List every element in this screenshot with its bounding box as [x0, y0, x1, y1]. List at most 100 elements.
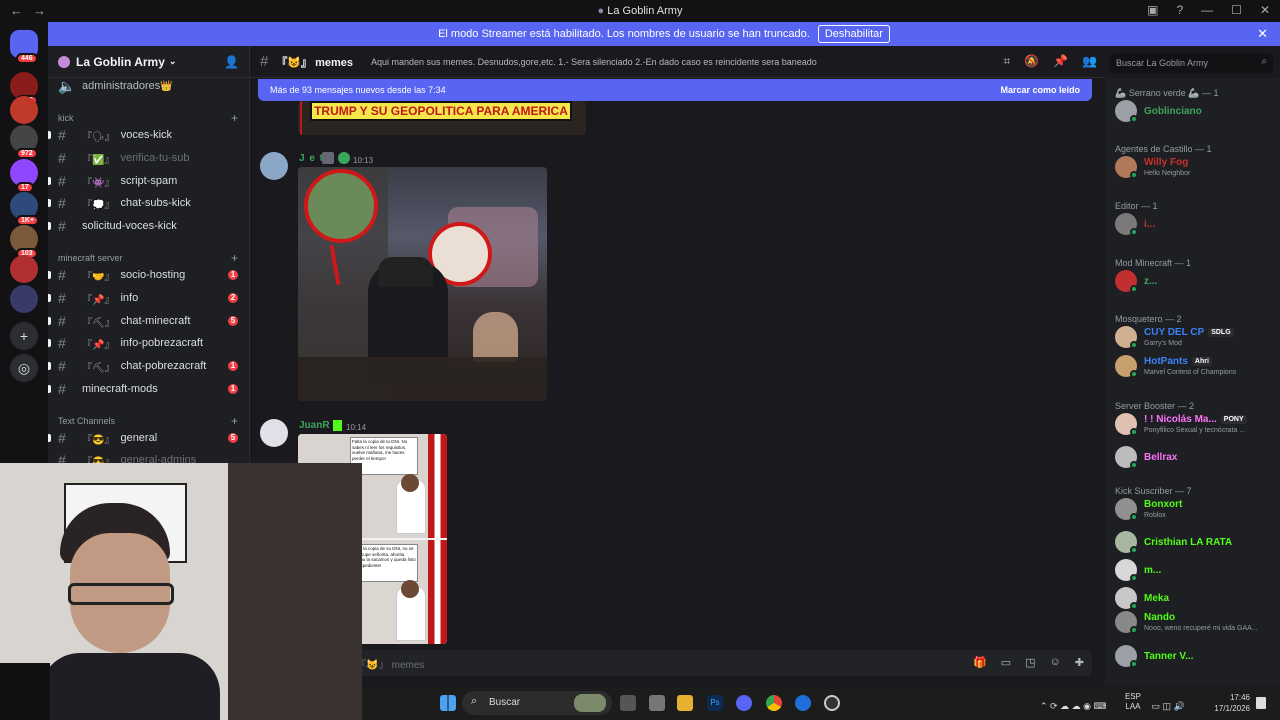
server-icon[interactable]: 17: [10, 159, 38, 193]
member-item[interactable]: Bellrax: [1115, 446, 1275, 472]
banner-text: El modo Streamer está habilitado. Los no…: [438, 28, 810, 40]
mention-badge: 5: [228, 433, 238, 443]
member-item[interactable]: CUY DEL CP SDLG Garry's Mod: [1115, 326, 1275, 352]
member-item[interactable]: z...: [1115, 270, 1275, 296]
channel-name: 『😺』 memes: [276, 56, 354, 69]
member-name: CUY DEL CP SDLG: [1144, 327, 1234, 338]
channel-item[interactable]: # 『🤝』 socio-hosting 1: [48, 264, 250, 286]
minimize-icon[interactable]: —: [1201, 3, 1213, 17]
pin-icon[interactable]: 📌: [1053, 54, 1068, 69]
taskbar-search[interactable]: ⌕ Buscar: [462, 691, 612, 715]
channel-item[interactable]: # 『😎』 general 5: [48, 427, 250, 449]
system-tray[interactable]: ⌃ ⟳ ☁ ☁ ◉ ⌨ ESP LAA ▭ ◫ 🔊: [1040, 692, 1185, 712]
channel-category[interactable]: minecraft server +: [58, 251, 238, 265]
discord-icon[interactable]: [736, 695, 752, 711]
mark-as-read-button[interactable]: Marcar como leído: [1000, 85, 1080, 95]
obs-icon[interactable]: [824, 695, 840, 711]
category-label: minecraft server: [58, 253, 123, 263]
member-list-icon[interactable]: 👥: [1082, 54, 1097, 69]
emoji-icon[interactable]: ☺: [1050, 656, 1061, 669]
channel-item[interactable]: # 『⛏』 chat-minecraft 5: [48, 310, 250, 332]
channel-item[interactable]: # 『📌』 info-pobrezacraft: [48, 332, 250, 354]
member-item[interactable]: i...: [1115, 213, 1275, 239]
threads-icon[interactable]: ⌗: [1003, 54, 1010, 69]
member-item[interactable]: HotPants Ahri Marvel Contest of Champions: [1115, 355, 1275, 381]
message-author[interactable]: JuanR: [299, 420, 330, 431]
server-icon[interactable]: 103: [10, 225, 38, 259]
create-channel-icon[interactable]: +: [231, 414, 238, 428]
channel-item[interactable]: 🔈 👑 administradores: [48, 75, 250, 97]
message-composer[interactable]: Enviar mensaje a # 『😺』 memes 🎁 ▭ ◳ ☺ ✚: [258, 650, 1092, 676]
server-icon[interactable]: [10, 255, 38, 283]
member-item[interactable]: Willy Fog Hello Neighbor: [1115, 156, 1275, 182]
app-icon[interactable]: [795, 695, 811, 711]
server-icon[interactable]: [10, 285, 38, 313]
member-item[interactable]: Nando Nooo, weno recuperé mi vida GAA...: [1115, 611, 1275, 637]
channel-item[interactable]: # 『✅』 verifica-tu-sub: [48, 147, 250, 169]
language-indicator[interactable]: ESP LAA: [1125, 692, 1141, 712]
member-item[interactable]: Bonxort Roblox: [1115, 498, 1275, 524]
sticker-icon[interactable]: ◳: [1025, 656, 1035, 669]
gift-icon[interactable]: 🎁: [973, 656, 987, 669]
inbox-icon[interactable]: ▣: [1147, 3, 1158, 17]
apps-icon[interactable]: ✚: [1075, 656, 1084, 669]
discover-icon[interactable]: ◎: [10, 354, 38, 382]
channel-item[interactable]: # 『💭』 chat-subs-kick: [48, 192, 250, 214]
photoshop-icon[interactable]: Ps: [707, 695, 723, 711]
member-role-header: Server Booster — 2: [1115, 401, 1195, 411]
member-item[interactable]: ! ! Nicolás Ma... PONY Ponyfilico Sexual y…: [1115, 413, 1275, 439]
file-explorer-icon[interactable]: [677, 695, 693, 711]
server-icon[interactable]: 972: [10, 125, 38, 159]
server-icon[interactable]: [10, 96, 38, 124]
member-item[interactable]: Meka: [1115, 587, 1275, 613]
chrome-icon[interactable]: [766, 695, 782, 711]
clock[interactable]: 17:46 17/1/2026: [1208, 692, 1250, 714]
tray-icons[interactable]: ⌃ ⟳ ☁ ☁ ◉ ⌨: [1040, 701, 1106, 711]
member-activity: Garry's Mod: [1144, 340, 1182, 347]
previous-image[interactable]: TRUMP Y SU GEOPOLITICA PARA AMERICA: [298, 101, 586, 135]
search-input[interactable]: Buscar La Goblin Army ⌕: [1110, 53, 1273, 73]
banner-close-icon[interactable]: ✕: [1257, 26, 1268, 42]
notification-icon[interactable]: [1256, 697, 1266, 709]
create-channel-icon[interactable]: +: [231, 111, 238, 125]
mention-badge: 1: [228, 384, 238, 394]
task-view-icon[interactable]: [620, 695, 636, 711]
network-volume-icons[interactable]: ▭ ◫ 🔊: [1151, 701, 1184, 711]
disable-streamer-button[interactable]: Deshabilitar: [817, 25, 890, 43]
gif-icon[interactable]: ▭: [1001, 656, 1011, 669]
hash-icon: #: [58, 218, 66, 234]
member-item[interactable]: m...: [1115, 559, 1275, 585]
app-icon[interactable]: [649, 695, 665, 711]
window-title-text: La Goblin Army: [607, 5, 683, 17]
server-icon[interactable]: 1K+: [10, 192, 40, 226]
avatar[interactable]: [260, 152, 288, 180]
hash-icon: #: [58, 173, 66, 189]
maximize-icon[interactable]: ☐: [1231, 3, 1242, 17]
member-name: ! ! Nicolás Ma... PONY: [1144, 414, 1247, 425]
member-item[interactable]: Tanner V...: [1115, 645, 1275, 671]
windows-start-icon[interactable]: [440, 695, 456, 711]
channel-topic[interactable]: Aqui manden sus memes. Desnudos,gore,etc…: [371, 57, 821, 67]
create-channel-icon[interactable]: +: [231, 251, 238, 265]
channel-item[interactable]: # minecraft-mods 1: [48, 378, 250, 400]
server-icon[interactable]: 446: [10, 30, 38, 64]
member-name-text: HotPants: [1144, 356, 1188, 367]
meme-image-jet[interactable]: [298, 167, 547, 401]
channel-item[interactable]: # 『🗣』 voces-kick: [48, 124, 250, 146]
channel-category[interactable]: Text Channels +: [58, 414, 238, 428]
channel-item[interactable]: # 『⛏』 chat-pobrezacraft 1: [48, 355, 250, 377]
channel-item[interactable]: # 『📌』 info 2: [48, 287, 250, 309]
channel-item[interactable]: # solicitud-voces-kick: [48, 215, 250, 237]
message-author[interactable]: J e t: [299, 153, 324, 164]
member-item[interactable]: Cristhian LA RATA: [1115, 531, 1275, 557]
new-messages-bar[interactable]: Más de 93 mensajes nuevos desde las 7:34…: [258, 79, 1092, 101]
avatar[interactable]: [260, 419, 288, 447]
help-icon[interactable]: ?: [1176, 3, 1183, 17]
channel-category[interactable]: kick +: [58, 111, 238, 125]
notifications-muted-icon[interactable]: 🔕: [1024, 54, 1039, 69]
close-icon[interactable]: ✕: [1260, 3, 1270, 17]
channel-item[interactable]: # 『👾』 script-spam: [48, 170, 250, 192]
member-item[interactable]: Goblinciano: [1115, 100, 1275, 126]
channel-emoji: 『📌』: [82, 294, 115, 306]
add-server-icon[interactable]: +: [10, 322, 38, 350]
